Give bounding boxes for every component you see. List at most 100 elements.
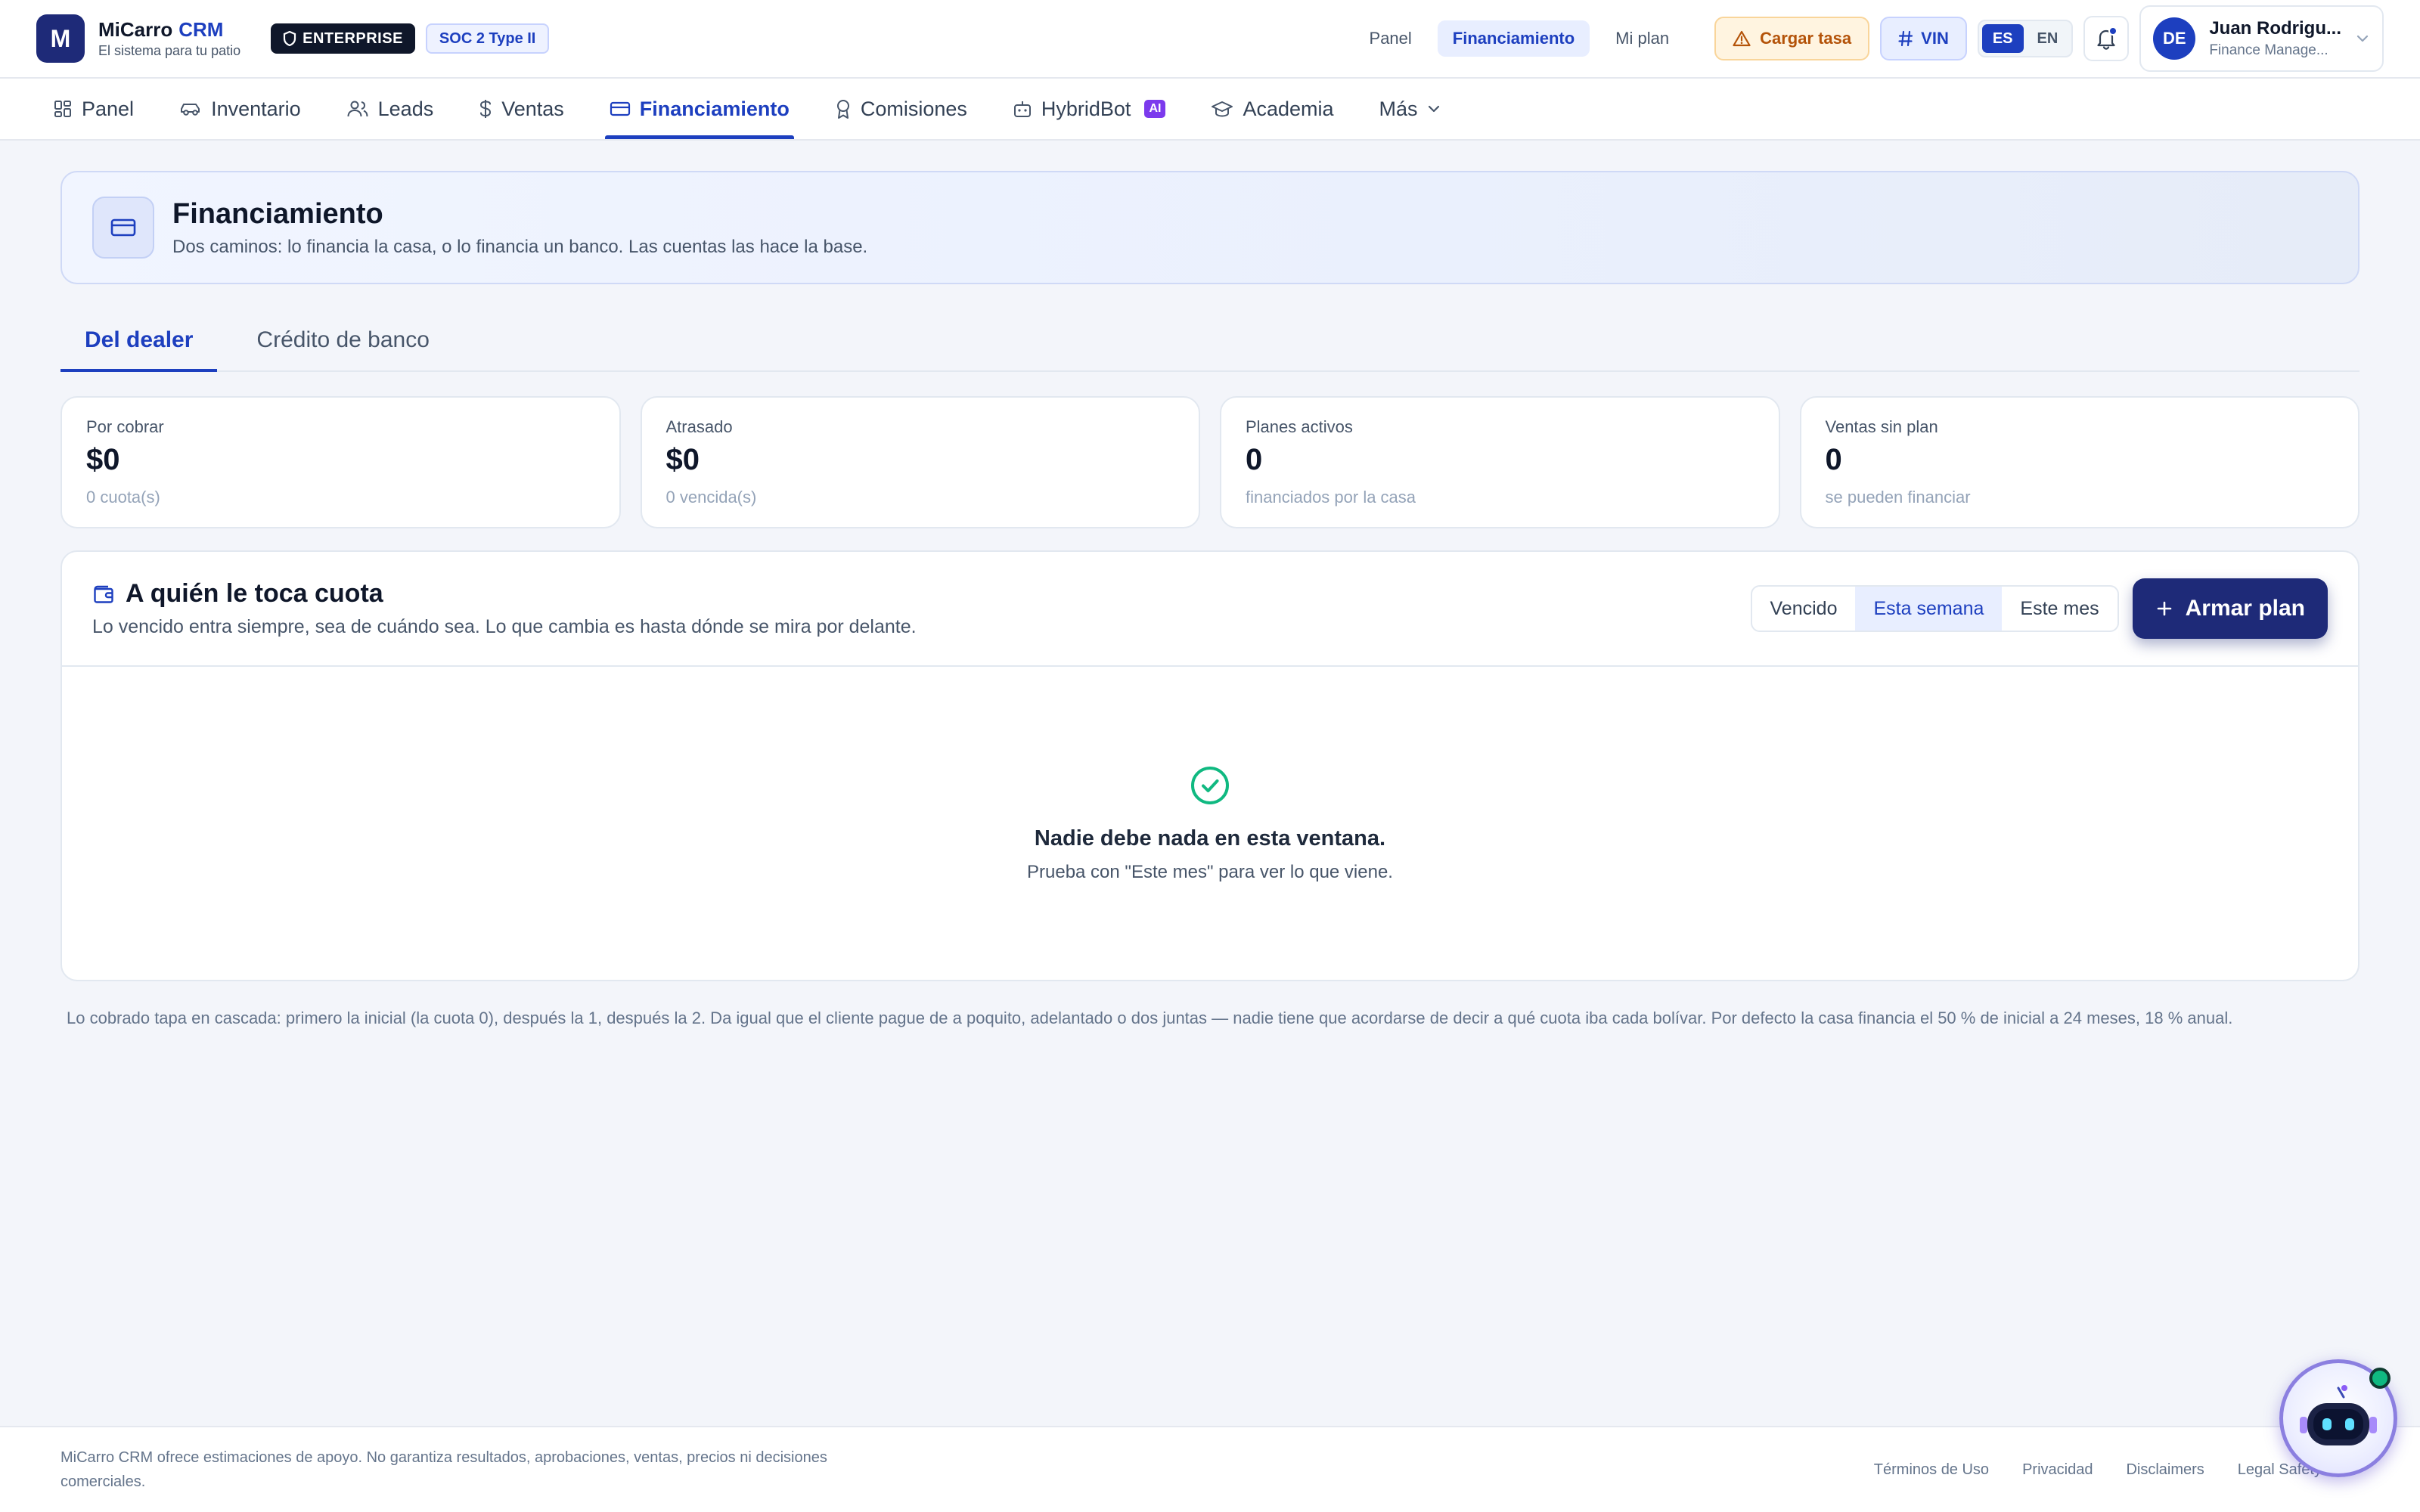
brand-logo[interactable]: M — [36, 14, 85, 63]
user-info: Juan Rodrigu... Finance Manage... — [2209, 18, 2341, 59]
allocation-footnote: Lo cobrado tapa en cascada: primero la i… — [67, 1009, 2233, 1027]
nav-item-ventas[interactable]: Ventas — [474, 79, 569, 139]
notifications-button[interactable] — [2083, 16, 2130, 61]
panel-heading: A quién le toca cuota Lo vencido entra s… — [92, 579, 917, 638]
nav-item-mas[interactable]: Más — [1375, 79, 1445, 139]
nav-item-panel[interactable]: Panel — [48, 79, 138, 139]
nav-item-label: Comisiones — [860, 97, 967, 120]
stat-hint: 0 vencida(s) — [666, 488, 757, 507]
top-header: M MiCarro CRM El sistema para tu patio EN… — [0, 0, 2420, 79]
nav-item-hybridbot[interactable]: HybridBot AI — [1008, 79, 1171, 139]
page-footer: MiCarro CRM ofrece estimaciones de apoyo… — [0, 1426, 2420, 1512]
page-subtitle: Dos caminos: lo financia la casa, o lo f… — [172, 236, 868, 257]
hash-icon — [1898, 30, 1913, 47]
stat-value: $0 — [666, 443, 700, 476]
language-es[interactable]: ES — [1981, 24, 2024, 53]
main-nav: Panel Inventario Leads Ventas Financiami… — [0, 79, 2420, 141]
filter-este-mes[interactable]: Este mes — [2002, 587, 2117, 631]
nav-item-label: Financiamiento — [639, 97, 790, 120]
nav-item-label: Panel — [82, 97, 135, 120]
empty-state-title: Nadie debe nada en esta ventana. — [1034, 826, 1386, 850]
empty-state: Nadie debe nada en esta ventana. Prueba … — [62, 667, 2358, 980]
users-icon — [347, 101, 368, 117]
stat-label: Ventas sin plan — [1825, 417, 1938, 436]
panel-title: A quién le toca cuota — [126, 579, 383, 608]
warning-triangle-icon — [1733, 30, 1751, 47]
installments-panel: A quién le toca cuota Lo vencido entra s… — [60, 550, 2360, 981]
assistant-launcher[interactable] — [2279, 1359, 2397, 1477]
window-filter: Vencido Esta semana Este mes — [1750, 585, 2119, 632]
language-switch: ES EN — [1977, 20, 2074, 57]
filter-vencido[interactable]: Vencido — [1752, 587, 1856, 631]
nav-item-leads[interactable]: Leads — [342, 79, 439, 139]
wallet-icon — [94, 585, 113, 603]
nav-item-label: HybridBot — [1041, 97, 1131, 120]
car-icon — [181, 104, 200, 116]
grid-icon — [54, 101, 71, 117]
page-header-card: Financiamiento Dos caminos: lo financia … — [60, 171, 2360, 284]
stat-value: 0 — [1825, 443, 1842, 476]
stat-label: Atrasado — [666, 417, 733, 436]
vin-button[interactable]: VIN — [1880, 17, 1967, 60]
footer-link-terminos[interactable]: Términos de Uso — [1874, 1461, 1989, 1479]
avatar: DE — [2153, 17, 2196, 60]
user-menu[interactable]: DE Juan Rodrigu... Finance Manage... — [2139, 5, 2384, 72]
footer-link-privacidad[interactable]: Privacidad — [2022, 1461, 2093, 1479]
stat-card-atrasado: Atrasado $0 0 vencida(s) — [640, 396, 1200, 528]
nav-item-label: Ventas — [501, 97, 564, 120]
dollar-icon — [480, 100, 492, 118]
load-rate-button[interactable]: Cargar tasa — [1714, 17, 1870, 60]
quick-link-panel[interactable]: Panel — [1354, 20, 1427, 57]
brand-suffix: CRM — [178, 18, 224, 41]
footer-link-disclaimers[interactable]: Disclaimers — [2126, 1461, 2204, 1479]
footer-disclaimer: MiCarro CRM ofrece estimaciones de apoyo… — [60, 1449, 827, 1490]
panel-actions: Vencido Esta semana Este mes Armar plan — [1750, 578, 2328, 639]
brand-tagline: El sistema para tu patio — [98, 43, 241, 58]
load-rate-label: Cargar tasa — [1760, 29, 1852, 48]
page-header-text: Financiamiento Dos caminos: lo financia … — [172, 198, 867, 258]
stats-row: Por cobrar $0 0 cuota(s) Atrasado $0 0 v… — [60, 396, 2360, 528]
panel-subtitle: Lo vencido entra siempre, sea de cuándo … — [92, 616, 917, 637]
enterprise-badge: ENTERPRISE — [271, 23, 415, 54]
shield-icon — [284, 31, 296, 46]
stat-card-ventas-sin-plan: Ventas sin plan 0 se pueden financiar — [1799, 396, 2360, 528]
nav-item-label: Academia — [1243, 97, 1334, 120]
enterprise-badge-label: ENTERPRISE — [302, 29, 403, 47]
page-title: Financiamiento — [172, 197, 383, 230]
online-status-dot — [2369, 1368, 2391, 1389]
chevron-down-icon — [2356, 35, 2369, 42]
quick-link-mi-plan[interactable]: Mi plan — [1600, 20, 1684, 57]
stat-value: 0 — [1246, 443, 1263, 476]
credit-card-icon — [610, 101, 630, 116]
nav-item-academia[interactable]: Academia — [1206, 79, 1338, 139]
tab-del-dealer[interactable]: Del dealer — [60, 310, 218, 372]
brand-name: MiCarro — [98, 18, 173, 41]
nav-item-financiamiento[interactable]: Financiamiento — [604, 79, 794, 139]
user-name: Juan Rodrigu... — [2209, 18, 2341, 39]
user-role: Finance Manage... — [2209, 42, 2328, 58]
stat-label: Por cobrar — [86, 417, 164, 436]
bot-icon — [1013, 101, 1031, 117]
quick-link-financiamiento[interactable]: Financiamiento — [1437, 20, 1590, 57]
plus-icon — [2157, 601, 2171, 616]
chevron-down-icon — [1428, 105, 1439, 113]
installments-panel-header: A quién le toca cuota Lo vencido entra s… — [62, 552, 2358, 667]
brand-block[interactable]: MiCarro CRM El sistema para tu patio — [98, 18, 240, 59]
credit-card-icon — [92, 197, 154, 259]
language-en[interactable]: EN — [2027, 24, 2069, 53]
nav-item-inventario[interactable]: Inventario — [175, 79, 306, 139]
finance-tabs: Del dealer Crédito de banco — [60, 310, 2360, 372]
panel-title-row: A quién le toca cuota — [92, 579, 917, 609]
create-plan-button[interactable]: Armar plan — [2132, 578, 2328, 639]
footer-links: Términos de Uso Privacidad Disclaimers L… — [1874, 1461, 2322, 1479]
create-plan-label: Armar plan — [2185, 596, 2305, 621]
nav-item-comisiones[interactable]: Comisiones — [830, 79, 972, 139]
check-circle-icon — [1191, 766, 1229, 804]
stat-value: $0 — [86, 443, 120, 476]
stat-hint: se pueden financiar — [1825, 488, 1971, 507]
filter-esta-semana[interactable]: Esta semana — [1855, 587, 2003, 631]
award-icon — [836, 100, 849, 119]
robot-icon — [2300, 1385, 2377, 1445]
nav-item-label: Leads — [377, 97, 434, 120]
tab-credito-de-banco[interactable]: Crédito de banco — [232, 310, 454, 370]
